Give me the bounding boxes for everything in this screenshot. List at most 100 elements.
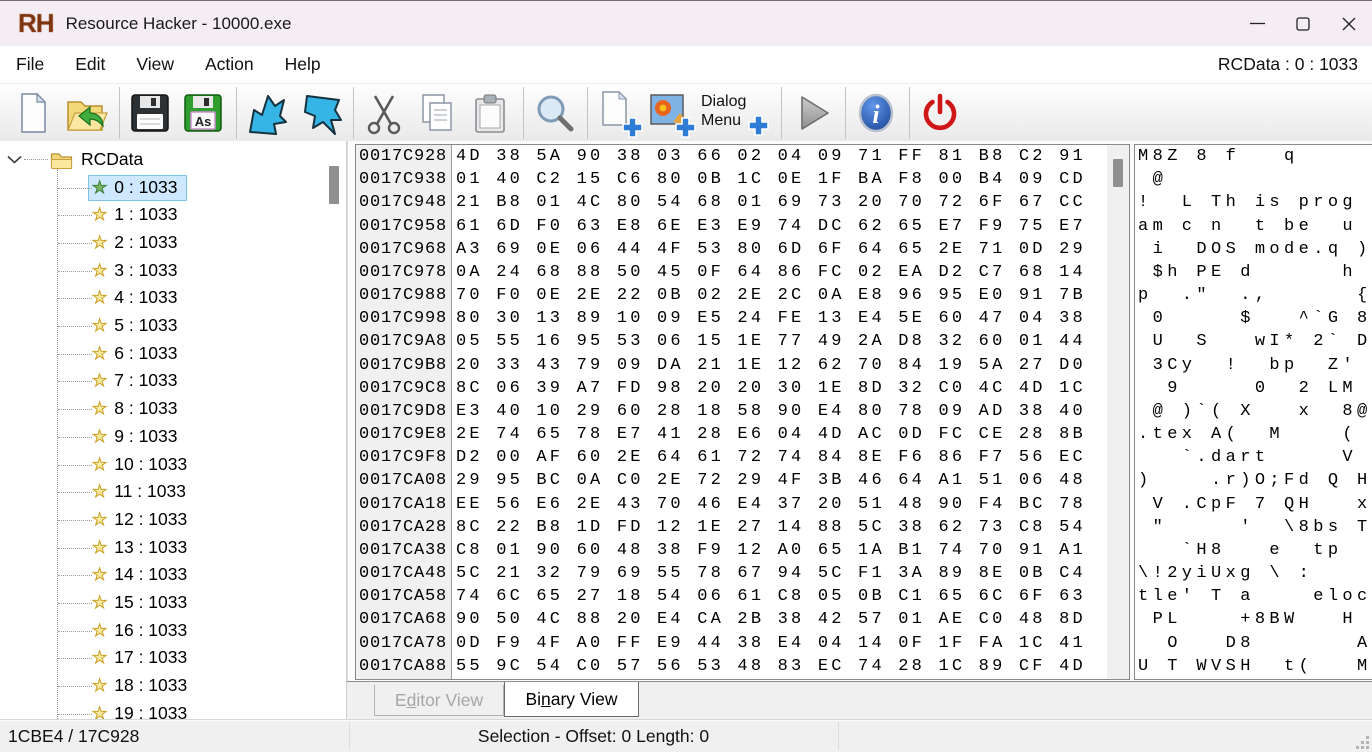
hex-row[interactable]: 0017CA6890 50 4C 88 20 E4 CA 2B 38 42 57… — [359, 610, 1086, 633]
hex-row[interactable]: 0017CA0829 95 BC 0A C0 2E 72 29 4F 3B 46… — [359, 471, 1086, 494]
tree-item[interactable]: ★14 : 1033 — [0, 562, 346, 589]
hex-row[interactable]: 0017CA485C 21 32 79 69 55 78 67 94 5C F1… — [359, 564, 1086, 587]
tree-item[interactable]: ★15 : 1033 — [0, 590, 346, 617]
run-script-button[interactable] — [787, 87, 837, 139]
tree-item[interactable]: ★5 : 1033 — [0, 313, 346, 340]
hex-row-bytes[interactable]: 70 F0 0E 2E 22 0B 02 2E 2C 0A E8 96 95 E… — [456, 286, 1086, 305]
save-as-button[interactable]: As — [178, 87, 228, 139]
tree-item[interactable]: ★18 : 1033 — [0, 673, 346, 700]
ascii-row[interactable]: `H8 e tp — [1138, 541, 1372, 564]
tree-item[interactable]: ★1 : 1033 — [0, 202, 346, 229]
new-file-button[interactable] — [8, 87, 58, 139]
hex-row-bytes[interactable]: 0D F9 4F A0 FF E9 44 38 E4 04 14 0F 1F F… — [456, 634, 1086, 653]
hex-row[interactable]: 0017C9A805 55 16 95 53 06 15 1E 77 49 2A… — [359, 332, 1086, 355]
open-file-button[interactable] — [61, 87, 111, 139]
ascii-row[interactable]: \!2yiUxg \ : — [1138, 564, 1372, 587]
hex-row[interactable]: 0017C9B820 33 43 79 09 DA 21 1E 12 62 70… — [359, 356, 1086, 379]
tree-item[interactable]: ★8 : 1033 — [0, 396, 346, 423]
hex-row-bytes[interactable]: 74 6C 65 27 18 54 06 61 C8 05 0B C1 65 6… — [456, 587, 1086, 606]
hex-row[interactable]: 0017CA780D F9 4F A0 FF E9 44 38 E4 04 14… — [359, 634, 1086, 657]
menu-view[interactable]: View — [134, 54, 176, 75]
hex-row-bytes[interactable]: D2 00 AF 60 2E 64 61 72 74 84 8E F6 86 F… — [456, 448, 1086, 467]
add-binary-resource-button[interactable] — [593, 87, 643, 139]
tree-item[interactable]: ★3 : 1033 — [0, 257, 346, 284]
ascii-row[interactable]: tle' T a eloc — [1138, 587, 1372, 610]
add-image-resource-button[interactable] — [646, 87, 696, 139]
ascii-row[interactable]: $h PE d h — [1138, 263, 1372, 286]
hex-row[interactable]: 0017C9E82E 74 65 78 E7 41 28 E6 04 4D AC… — [359, 425, 1086, 448]
ascii-row[interactable]: `.dart V — [1138, 448, 1372, 471]
menu-file[interactable]: File — [14, 54, 46, 75]
find-button[interactable] — [529, 87, 579, 139]
save-button[interactable] — [125, 87, 175, 139]
tree-scrollbar-thumb[interactable] — [329, 166, 339, 204]
tree-item[interactable]: ★16 : 1033 — [0, 617, 346, 644]
hex-row-bytes[interactable]: 80 30 13 89 10 09 E5 24 FE 13 E4 5E 60 4… — [456, 309, 1086, 328]
hex-scrollbar-thumb[interactable] — [1113, 159, 1123, 187]
tree-item[interactable]: ★4 : 1033 — [0, 285, 346, 312]
menu-action[interactable]: Action — [203, 54, 256, 75]
hex-row-bytes[interactable]: E3 40 10 29 60 28 18 58 90 E4 80 78 09 A… — [456, 402, 1086, 421]
ascii-row[interactable]: PL +8BW H — [1138, 610, 1372, 633]
ascii-row[interactable]: U T WVSH t( M — [1138, 657, 1372, 680]
ascii-row[interactable]: 3Cy ! bp Z' — [1138, 356, 1372, 379]
hex-row-bytes[interactable]: EE 56 E6 2E 43 70 46 E4 37 20 51 48 90 F… — [456, 495, 1086, 514]
tree-root-rcdata[interactable]: RCData — [0, 146, 346, 173]
hex-row-bytes[interactable]: 0A 24 68 88 50 45 0F 64 86 FC 02 EA D2 C… — [456, 263, 1086, 282]
hex-row-bytes[interactable]: 21 B8 01 4C 80 54 68 01 69 73 20 70 72 6… — [456, 193, 1086, 212]
ascii-row[interactable]: .tex A( M ( — [1138, 425, 1372, 448]
paste-button[interactable] — [465, 87, 515, 139]
hex-row[interactable]: 0017C9D8E3 40 10 29 60 28 18 58 90 E4 80… — [359, 402, 1086, 425]
hex-row[interactable]: 0017CA38C8 01 90 60 48 38 F9 12 A0 65 1A… — [359, 541, 1086, 564]
tree-item[interactable]: ★2 : 1033 — [0, 229, 346, 256]
hex-row-bytes[interactable]: 8C 06 39 A7 FD 98 20 20 30 1E 8D 32 C0 4… — [456, 379, 1086, 398]
tree-item[interactable]: ★10 : 1033 — [0, 451, 346, 478]
hex-row[interactable]: 0017C9780A 24 68 88 50 45 0F 64 86 FC 02… — [359, 263, 1086, 286]
hex-row-bytes[interactable]: 01 40 C2 15 C6 80 0B 1C 0E 1F BA F8 00 B… — [456, 170, 1086, 189]
tree-item[interactable]: ★9 : 1033 — [0, 423, 346, 450]
tree-item[interactable]: ★7 : 1033 — [0, 368, 346, 395]
tree-item[interactable]: ★6 : 1033 — [0, 340, 346, 367]
ascii-row[interactable]: ! L Th is prog — [1138, 193, 1372, 216]
hex-row[interactable]: 0017CA18EE 56 E6 2E 43 70 46 E4 37 20 51… — [359, 495, 1086, 518]
hex-row[interactable]: 0017C93801 40 C2 15 C6 80 0B 1C 0E 1F BA… — [359, 170, 1086, 193]
hex-row-bytes[interactable]: A3 69 0E 06 44 4F 53 80 6D 6F 64 65 2E 7… — [456, 240, 1086, 259]
hex-row[interactable]: 0017C99880 30 13 89 10 09 E5 24 FE 13 E4… — [359, 309, 1086, 332]
ascii-row[interactable]: @ )`( X x 8@ — [1138, 402, 1372, 425]
ascii-row[interactable]: am c n t be u — [1138, 217, 1372, 240]
ascii-row[interactable]: @ — [1138, 170, 1372, 193]
hex-row-bytes[interactable]: 20 33 43 79 09 DA 21 1E 12 62 70 84 19 5… — [456, 356, 1086, 375]
resize-grip[interactable] — [1356, 736, 1370, 750]
ascii-row[interactable]: 9 0 2 LM — [1138, 379, 1372, 402]
add-dialog-menu-button[interactable]: Dialog Menu — [699, 87, 773, 139]
ascii-row[interactable]: i DOS mode.q ) — [1138, 240, 1372, 263]
close-button[interactable] — [1326, 1, 1372, 46]
ascii-row[interactable]: U S wI* 2` D — [1138, 332, 1372, 355]
hex-row-bytes[interactable]: 90 50 4C 88 20 E4 CA 2B 38 42 57 01 AE C… — [456, 610, 1086, 629]
hex-row-bytes[interactable]: 29 95 BC 0A C0 2E 72 29 4F 3B 46 64 A1 5… — [456, 471, 1086, 490]
hex-row[interactable]: 0017C9284D 38 5A 90 38 03 66 02 04 09 71… — [359, 147, 1086, 170]
hex-row-bytes[interactable]: 5C 21 32 79 69 55 78 67 94 5C F1 3A 89 8… — [456, 564, 1086, 583]
hex-row-bytes[interactable]: 8C 22 B8 1D FD 12 1E 27 14 88 5C 38 62 7… — [456, 518, 1086, 537]
hex-row[interactable]: 0017C98870 F0 0E 2E 22 0B 02 2E 2C 0A E8… — [359, 286, 1086, 309]
hex-view-panel[interactable]: 0017C9284D 38 5A 90 38 03 66 02 04 09 71… — [355, 144, 1130, 680]
copy-button[interactable] — [412, 87, 462, 139]
hex-row-bytes[interactable]: 2E 74 65 78 E7 41 28 E6 04 4D AC 0D FC C… — [456, 425, 1086, 444]
cut-button[interactable] — [359, 87, 409, 139]
hex-row[interactable]: 0017C9C88C 06 39 A7 FD 98 20 20 30 1E 8D… — [359, 379, 1086, 402]
ascii-row[interactable]: 0 $ ^`G 8 — [1138, 309, 1372, 332]
hex-row-bytes[interactable]: 55 9C 54 C0 57 56 53 48 83 EC 74 28 1C 8… — [456, 657, 1086, 676]
ascii-row[interactable]: O D8 A — [1138, 634, 1372, 657]
hex-row[interactable]: 0017C95861 6D F0 63 E8 6E E3 E9 74 DC 62… — [359, 217, 1086, 240]
about-button[interactable]: i — [851, 87, 901, 139]
panel-splitter[interactable] — [347, 141, 348, 719]
hex-row[interactable]: 0017CA5874 6C 65 27 18 54 06 61 C8 05 0B… — [359, 587, 1086, 610]
hex-row-bytes[interactable]: C8 01 90 60 48 38 F9 12 A0 65 1A B1 74 7… — [456, 541, 1086, 560]
hex-row[interactable]: 0017CA288C 22 B8 1D FD 12 1E 27 14 88 5C… — [359, 518, 1086, 541]
tree-item[interactable]: ★11 : 1033 — [0, 479, 346, 506]
tree-item[interactable]: ★17 : 1033 — [0, 645, 346, 672]
ascii-row[interactable]: M8Z 8 f q — [1138, 147, 1372, 170]
ascii-row[interactable]: ) .r)O;Fd Q H — [1138, 471, 1372, 494]
ascii-row[interactable]: " ' \8bs T — [1138, 518, 1372, 541]
menu-edit[interactable]: Edit — [73, 54, 107, 75]
